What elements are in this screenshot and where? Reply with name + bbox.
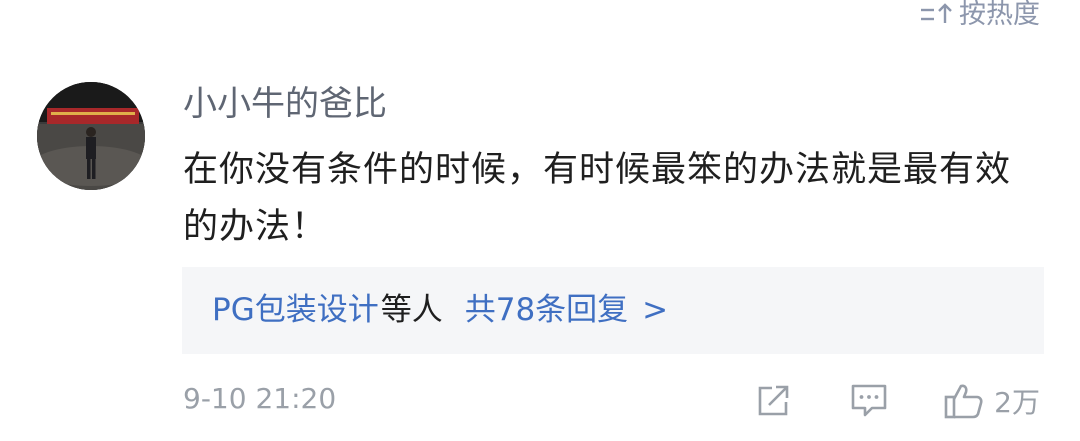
comment-text: 在你没有条件的时候，有时候最笨的办法就是最有效的办法！	[183, 150, 1012, 247]
replies-link[interactable]: PG包装设计 等人 共78条回复 >	[182, 267, 1044, 354]
comment-actions: 2万	[756, 376, 1040, 426]
share-button[interactable]	[756, 384, 792, 418]
like-button[interactable]: 2万	[944, 381, 1040, 421]
like-count: 2万	[994, 386, 1040, 419]
avatar[interactable]	[37, 82, 145, 190]
sort-arrows-icon	[921, 3, 952, 23]
reply-users[interactable]: PG包装设计	[212, 295, 379, 326]
comment-icon	[851, 384, 887, 417]
username[interactable]: 小小牛的爸比	[183, 84, 387, 125]
reply-count[interactable]: 共78条回复	[465, 295, 628, 326]
sort-label: 按热度	[959, 0, 1040, 30]
avatar-image	[37, 82, 145, 190]
timestamp: 9-10 21:20	[183, 382, 337, 415]
reply-suffix: 等人	[380, 292, 443, 328]
share-icon	[758, 385, 789, 416]
chevron-right-icon: >	[642, 292, 669, 328]
sort-toggle[interactable]: 按热度	[919, 0, 1040, 28]
comment-button[interactable]	[850, 383, 888, 419]
thumbs-up-icon	[944, 384, 983, 419]
